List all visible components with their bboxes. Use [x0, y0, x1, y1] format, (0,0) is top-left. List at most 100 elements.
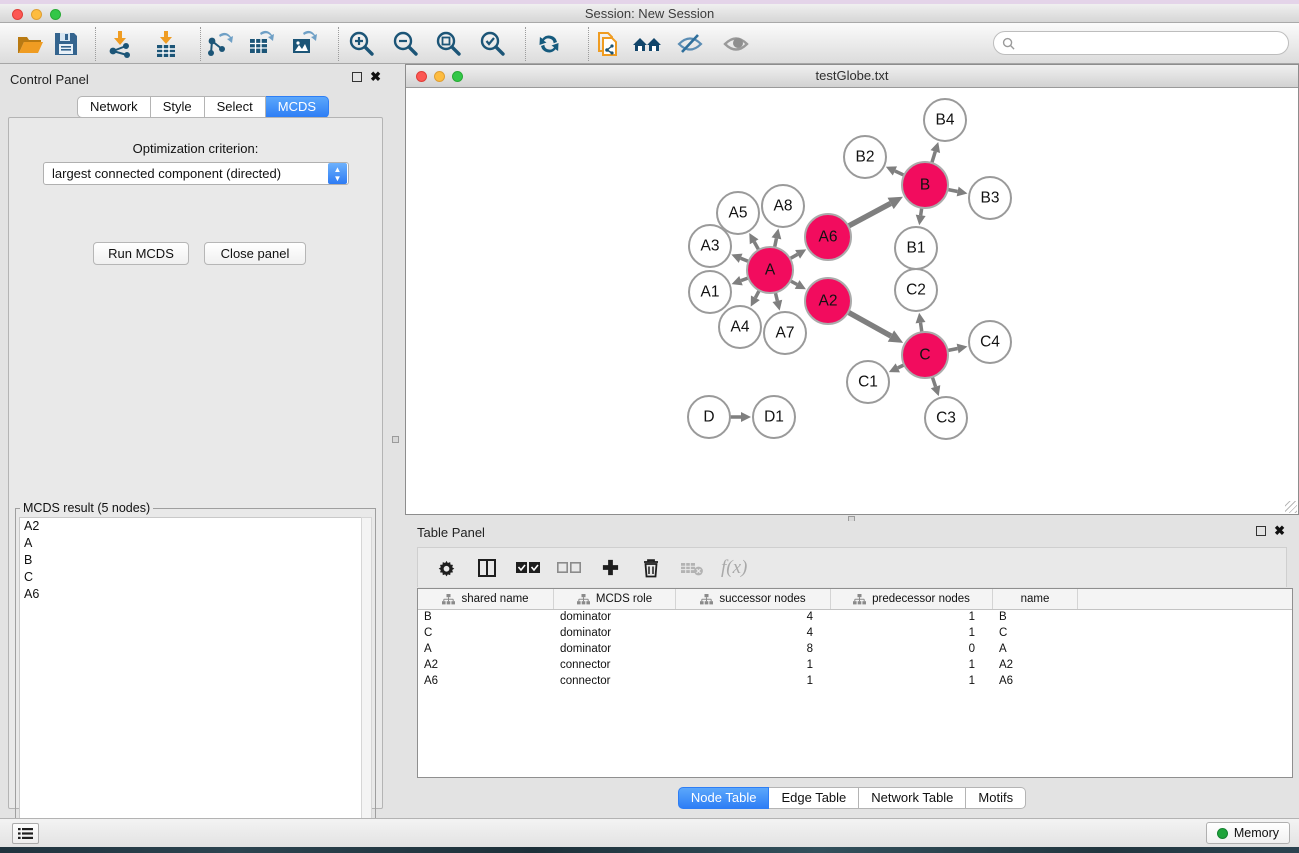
table-cell: A	[418, 642, 554, 658]
column-header-predecessor-nodes[interactable]: predecessor nodes	[831, 589, 993, 609]
export-network-icon[interactable]	[203, 28, 235, 60]
table-cell: 1	[676, 674, 831, 690]
graph-node-label: C	[919, 347, 930, 364]
node-table[interactable]: shared nameMCDS rolesuccessor nodesprede…	[417, 588, 1293, 778]
close-panel-icon[interactable]: ✖	[370, 72, 381, 82]
minimize-window-button[interactable]	[31, 9, 42, 20]
graph-node-label: C3	[936, 410, 956, 427]
task-history-button[interactable]	[12, 823, 39, 844]
mcds-result-item[interactable]: B	[20, 552, 362, 569]
hide-details-icon[interactable]	[674, 28, 706, 60]
float-panel-icon[interactable]	[352, 72, 362, 82]
open-file-icon[interactable]	[14, 28, 46, 60]
graph-edge-arrowhead	[957, 187, 968, 197]
tab-select[interactable]: Select	[205, 96, 266, 118]
search-field[interactable]	[993, 31, 1289, 55]
network-window-titlebar[interactable]: testGlobe.txt	[406, 65, 1298, 88]
table-body: Bdominator41BCdominator41CAdominator80AA…	[418, 610, 1292, 690]
tab-edge-table[interactable]: Edge Table	[769, 787, 859, 809]
search-input[interactable]	[1020, 36, 1288, 50]
column-header-successor-nodes[interactable]: successor nodes	[676, 589, 831, 609]
run-mcds-button[interactable]: Run MCDS	[93, 242, 189, 265]
status-bar: Memory	[0, 818, 1299, 847]
home-networks-icon[interactable]	[631, 28, 663, 60]
network-maximize-button[interactable]	[452, 71, 463, 82]
maximize-window-button[interactable]	[50, 9, 61, 20]
column-header-name[interactable]: name	[993, 589, 1078, 609]
close-panel-icon[interactable]: ✖	[1274, 526, 1285, 536]
graph-node-label: A8	[774, 198, 793, 215]
column-visibility-icon[interactable]	[475, 556, 499, 580]
table-cell: 4	[676, 610, 831, 626]
optimization-criterion-label: Optimization criterion:	[9, 141, 382, 156]
toolbar-separator	[525, 27, 526, 61]
show-details-icon[interactable]	[720, 28, 752, 60]
table-cell: 1	[831, 674, 993, 690]
tab-network-table[interactable]: Network Table	[859, 787, 966, 809]
table-cell: connector	[554, 658, 676, 674]
refresh-icon[interactable]	[533, 28, 565, 60]
duplicate-network-icon[interactable]	[592, 28, 624, 60]
import-network-icon[interactable]	[104, 28, 136, 60]
deselect-all-icon[interactable]	[557, 556, 581, 580]
import-table-icon[interactable]	[150, 28, 182, 60]
mcds-result-item[interactable]: C	[20, 569, 362, 586]
column-header-MCDS-role[interactable]: MCDS role	[554, 589, 676, 609]
dropdown-stepper-icon: ▲▼	[328, 163, 347, 184]
network-graph[interactable]: AA1A2A3A4A5A6A7A8BB1B2B3B4CC1C2C3C4DD1	[406, 88, 1298, 514]
zoom-fit-icon[interactable]	[432, 28, 464, 60]
mcds-result-item[interactable]: A2	[20, 518, 362, 535]
criterion-value: largest connected component (directed)	[44, 166, 328, 181]
table-row[interactable]: A2connector11A2	[418, 658, 1292, 674]
tab-node-table[interactable]: Node Table	[678, 787, 770, 809]
window-resize-grip[interactable]	[1285, 501, 1297, 513]
application-window: Session: New Session	[0, 0, 1299, 853]
table-row[interactable]: Cdominator41C	[418, 626, 1292, 642]
mcds-list-scrollbar[interactable]	[361, 517, 372, 843]
toolbar-separator	[95, 27, 96, 61]
table-panel-window-buttons: ✖	[1256, 526, 1285, 536]
network-canvas[interactable]: AA1A2A3A4A5A6A7A8BB1B2B3B4CC1C2C3C4DD1	[406, 88, 1298, 514]
zoom-in-icon[interactable]	[345, 28, 377, 60]
zoom-out-icon[interactable]	[389, 28, 421, 60]
table-settings-icon[interactable]	[434, 556, 458, 580]
export-table-icon[interactable]	[245, 28, 277, 60]
table-cell: A6	[993, 674, 1078, 690]
tab-mcds[interactable]: MCDS	[266, 96, 329, 118]
function-builder-icon: f(x)	[721, 557, 747, 579]
close-panel-button[interactable]: Close panel	[204, 242, 306, 265]
export-image-icon[interactable]	[288, 28, 320, 60]
network-close-button[interactable]	[416, 71, 427, 82]
graph-node-label: C4	[980, 334, 1000, 351]
save-session-icon[interactable]	[50, 28, 82, 60]
session-titlebar: Session: New Session	[0, 4, 1299, 23]
delete-table-icon	[680, 556, 704, 580]
table-row[interactable]: Bdominator41B	[418, 610, 1292, 626]
table-row[interactable]: Adominator80A	[418, 642, 1292, 658]
float-panel-icon[interactable]	[1256, 526, 1266, 536]
table-cell: 1	[831, 610, 993, 626]
zoom-selected-icon[interactable]	[476, 28, 508, 60]
tab-network[interactable]: Network	[77, 96, 151, 118]
memory-label: Memory	[1234, 826, 1279, 840]
mcds-result-item[interactable]: A	[20, 535, 362, 552]
graph-edge-arrowhead	[916, 313, 926, 324]
mcds-result-item[interactable]: A6	[20, 586, 362, 603]
graph-edge-arrowhead	[772, 229, 782, 240]
network-minimize-button[interactable]	[434, 71, 445, 82]
vertical-split-grip[interactable]	[392, 436, 399, 443]
main-toolbar	[0, 23, 1299, 64]
memory-button[interactable]: Memory	[1206, 822, 1290, 844]
memory-status-icon	[1217, 828, 1228, 839]
tab-motifs[interactable]: Motifs	[966, 787, 1026, 809]
criterion-dropdown[interactable]: largest connected component (directed) ▲…	[43, 162, 349, 185]
hierarchy-icon	[442, 594, 455, 605]
close-window-button[interactable]	[12, 9, 23, 20]
table-row[interactable]: A6connector11A6	[418, 674, 1292, 690]
select-all-icon[interactable]	[516, 556, 540, 580]
mcds-result-list[interactable]: A2ABCA6	[19, 517, 363, 843]
delete-column-icon[interactable]	[639, 556, 663, 580]
column-header-shared-name[interactable]: shared name	[418, 589, 554, 609]
tab-style[interactable]: Style	[151, 96, 205, 118]
add-column-icon[interactable]	[598, 556, 622, 580]
